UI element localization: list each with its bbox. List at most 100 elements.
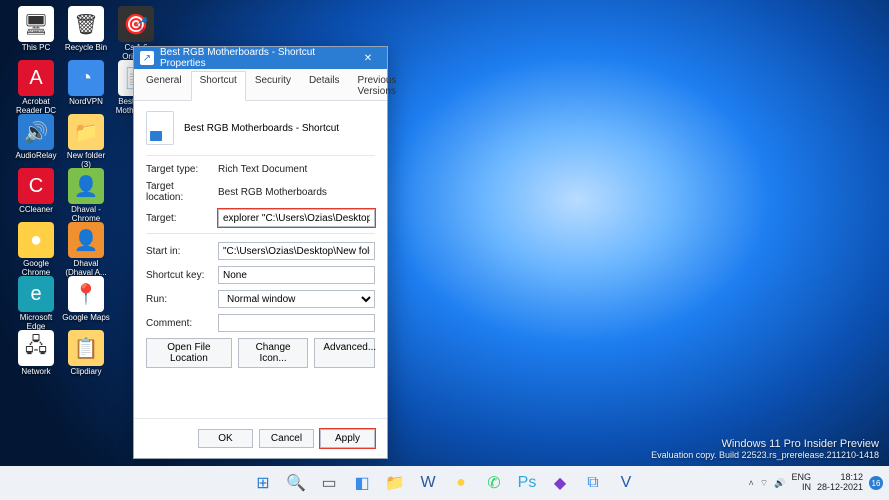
- titlebar[interactable]: ↗ Best RGB Motherboards - Shortcut Prope…: [134, 47, 387, 69]
- app-button[interactable]: ◆: [546, 469, 574, 497]
- icon-label: Recycle Bin: [62, 44, 110, 53]
- target-location-label: Target location:: [146, 181, 212, 203]
- whatsapp-button[interactable]: ✆: [480, 469, 508, 497]
- clock[interactable]: 18:12 28-12-2021: [817, 473, 863, 493]
- title-text: Best RGB Motherboards - Shortcut Propert…: [160, 47, 347, 69]
- icon-label: Dhaval (Dhaval A...: [62, 260, 110, 278]
- icon-glyph: 🔊: [18, 114, 54, 150]
- icon-glyph: e: [18, 276, 54, 312]
- widgets-button[interactable]: ◧: [348, 469, 376, 497]
- target-input[interactable]: [218, 209, 375, 227]
- target-type-value: Rich Text Document: [218, 164, 375, 175]
- divider: [146, 155, 375, 156]
- icon-label: New folder (3): [62, 152, 110, 170]
- open-file-location-button[interactable]: Open File Location: [146, 338, 232, 368]
- desktop-icon-nordvpn[interactable]: ◔ NordVPN: [62, 60, 110, 107]
- desktop-icon-google-maps[interactable]: 📍 Google Maps: [62, 276, 110, 323]
- desktop-icon-dhaval-dhaval-a-[interactable]: 👤 Dhaval (Dhaval A...: [62, 222, 110, 278]
- properties-dialog: ↗ Best RGB Motherboards - Shortcut Prope…: [133, 46, 388, 459]
- apply-button[interactable]: Apply: [320, 429, 375, 448]
- language-indicator[interactable]: ENG IN: [791, 473, 811, 493]
- watermark-line-2: Evaluation copy. Build 22523.rs_prerelea…: [651, 450, 879, 460]
- icon-glyph: 🎯: [118, 6, 154, 42]
- search-button[interactable]: 🔍: [282, 469, 310, 497]
- shortcut-key-input[interactable]: [218, 266, 375, 284]
- shortcut-key-label: Shortcut key:: [146, 270, 212, 281]
- icon-label: NordVPN: [62, 98, 110, 107]
- icon-glyph: 👤: [68, 222, 104, 258]
- tray-chevron-icon[interactable]: ˄: [748, 478, 753, 488]
- desktop-icon-ccleaner[interactable]: C CCleaner: [12, 168, 60, 215]
- icon-glyph: 🖥: [18, 6, 54, 42]
- icon-glyph: 🖧: [18, 330, 54, 366]
- file-icon: [146, 111, 174, 145]
- icon-glyph: ●: [18, 222, 54, 258]
- copy-button[interactable]: ⧉: [579, 469, 607, 497]
- watermark: Windows 11 Pro Insider Preview Evaluatio…: [651, 438, 879, 460]
- advanced-button[interactable]: Advanced...: [314, 338, 375, 368]
- comment-input[interactable]: [218, 314, 375, 332]
- properties-body: Best RGB Motherboards - Shortcut Target …: [134, 101, 387, 378]
- close-icon[interactable]: ✕: [353, 47, 383, 69]
- target-label: Target:: [146, 213, 212, 224]
- icon-label: Acrobat Reader DC: [12, 98, 60, 116]
- explorer-button[interactable]: 📁: [381, 469, 409, 497]
- system-tray[interactable]: ˄ ⌔ 🔊 ENG IN 18:12 28-12-2021 16: [748, 466, 883, 500]
- cancel-button[interactable]: Cancel: [259, 429, 314, 448]
- tab-details[interactable]: Details: [300, 71, 349, 100]
- vbox-button[interactable]: V: [612, 469, 640, 497]
- photoshop-button[interactable]: Ps: [513, 469, 541, 497]
- start-button[interactable]: ⊞: [249, 469, 277, 497]
- dialog-footer: OK Cancel Apply: [134, 418, 387, 458]
- startin-label: Start in:: [146, 246, 212, 257]
- icon-glyph: 🗑: [68, 6, 104, 42]
- word-button[interactable]: W: [414, 469, 442, 497]
- run-select[interactable]: Normal window: [218, 290, 375, 308]
- task-view-button[interactable]: ▭: [315, 469, 343, 497]
- icon-label: Microsoft Edge: [12, 314, 60, 332]
- icon-label: Dhaval - Chrome: [62, 206, 110, 224]
- icon-label: Google Chrome: [12, 260, 60, 278]
- desktop-icon-network[interactable]: 🖧 Network: [12, 330, 60, 377]
- divider: [146, 233, 375, 234]
- watermark-line-1: Windows 11 Pro Insider Preview: [651, 438, 879, 450]
- icon-glyph: 📁: [68, 114, 104, 150]
- tab-general[interactable]: General: [137, 71, 191, 100]
- desktop-icon-clipdiary[interactable]: 📋 Clipdiary: [62, 330, 110, 377]
- tab-previous-versions[interactable]: Previous Versions: [349, 71, 406, 100]
- desktop-icon-this-pc[interactable]: 🖥This PC: [12, 6, 60, 53]
- icon-glyph: A: [18, 60, 54, 96]
- desktop-icon-recycle-bin[interactable]: 🗑 Recycle Bin: [62, 6, 110, 53]
- icon-glyph: ◔: [68, 60, 104, 96]
- change-icon-button[interactable]: Change Icon...: [238, 338, 309, 368]
- tab-shortcut[interactable]: Shortcut: [191, 71, 246, 101]
- volume-icon[interactable]: 🔊: [774, 478, 785, 489]
- icon-label: Clipdiary: [62, 368, 110, 377]
- startin-input[interactable]: [218, 242, 375, 260]
- icon-label: CCleaner: [12, 206, 60, 215]
- desktop-icon-audiorelay[interactable]: 🔊 AudioRelay: [12, 114, 60, 161]
- icon-glyph: 📍: [68, 276, 104, 312]
- comment-label: Comment:: [146, 318, 212, 329]
- target-type-label: Target type:: [146, 164, 212, 175]
- icon-label: Google Maps: [62, 314, 110, 323]
- wifi-icon[interactable]: ⌔: [760, 478, 768, 489]
- tab-security[interactable]: Security: [246, 71, 300, 100]
- notification-badge[interactable]: 16: [869, 476, 883, 490]
- icon-glyph: C: [18, 168, 54, 204]
- desktop-icon-acrobat-reader-dc[interactable]: A Acrobat Reader DC: [12, 60, 60, 116]
- desktop-icon-microsoft-edge[interactable]: e Microsoft Edge: [12, 276, 60, 332]
- shortcut-name: Best RGB Motherboards - Shortcut: [184, 123, 339, 134]
- desktop-icon-new-folder-3-[interactable]: 📁 New folder (3): [62, 114, 110, 170]
- icon-label: AudioRelay: [12, 152, 60, 161]
- icon-glyph: 📋: [68, 330, 104, 366]
- icon-label: Network: [12, 368, 60, 377]
- icon-glyph: 👤: [68, 168, 104, 204]
- target-location-value: Best RGB Motherboards: [218, 187, 375, 198]
- tabs: GeneralShortcutSecurityDetailsPrevious V…: [134, 69, 387, 101]
- desktop-icon-dhaval-chrome[interactable]: 👤 Dhaval - Chrome: [62, 168, 110, 224]
- shortcut-icon: ↗: [140, 51, 154, 65]
- desktop-icon-google-chrome[interactable]: ● Google Chrome: [12, 222, 60, 278]
- chrome-button[interactable]: ●: [447, 469, 475, 497]
- ok-button[interactable]: OK: [198, 429, 253, 448]
